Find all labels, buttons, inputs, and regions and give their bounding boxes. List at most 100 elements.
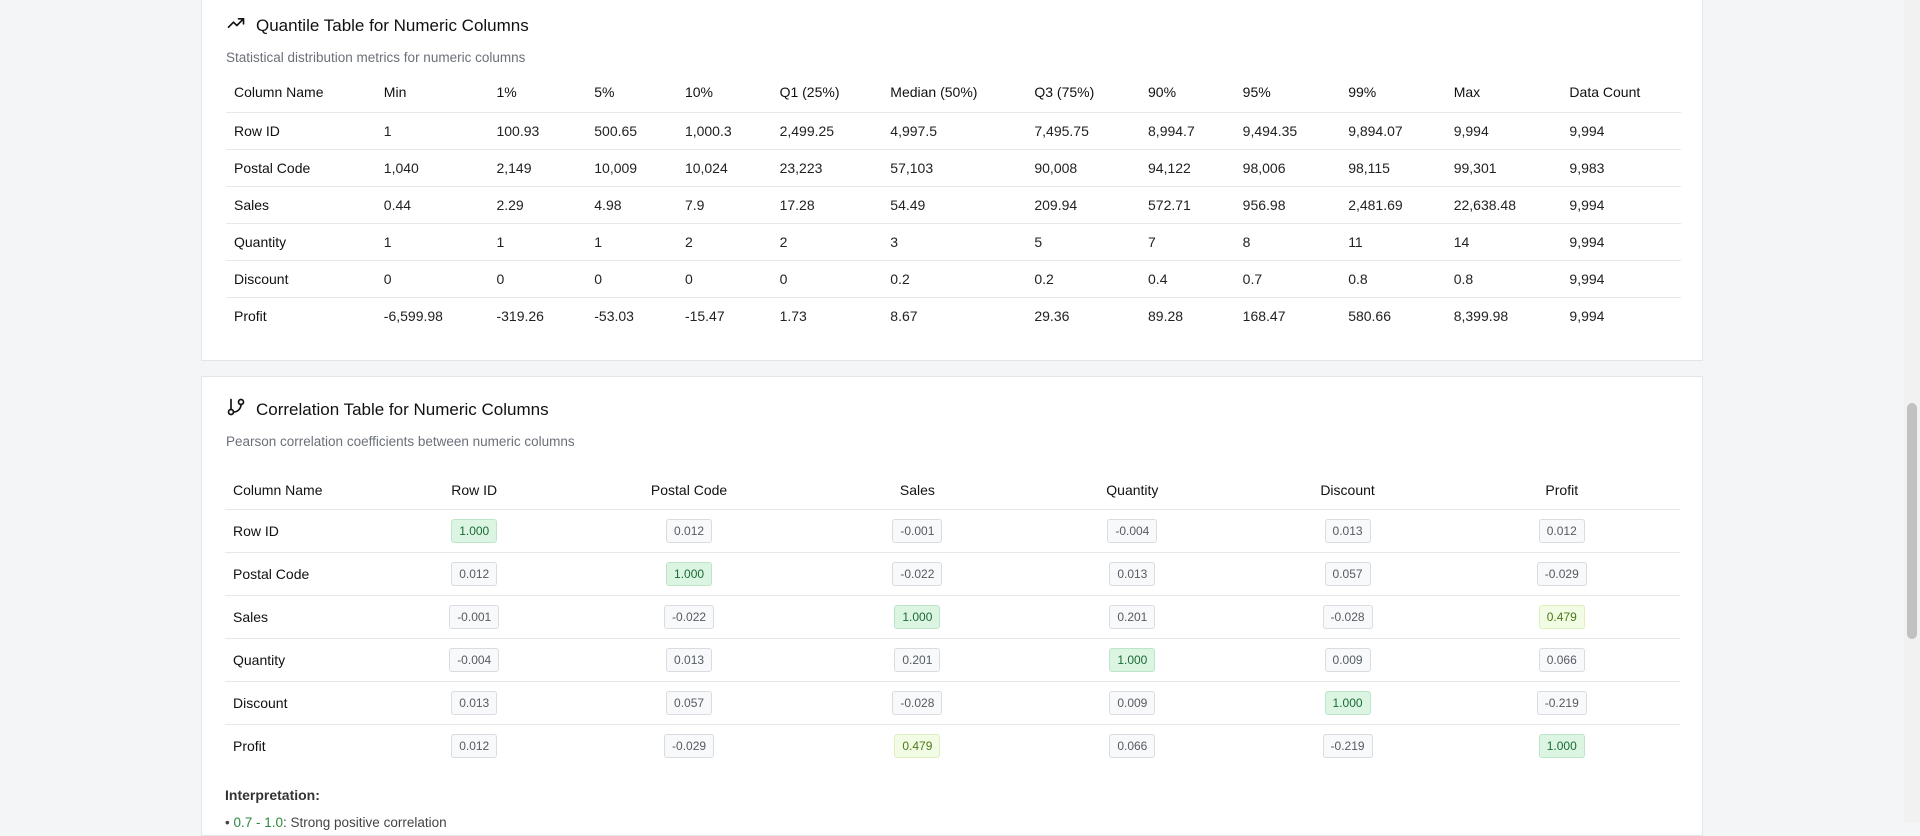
quantile-value-cell: 2,481.69 <box>1348 196 1403 213</box>
scrollbar-thumb[interactable] <box>1907 403 1917 639</box>
quantile-table: Column Name Min 1% 5% 10% Q1 (25%) Median (50%… <box>226 82 1681 334</box>
correlation-value-badge: -0.028 <box>892 690 943 715</box>
quantile-header: Median (50%) <box>890 84 978 100</box>
quantile-header: Q1 (25%) <box>779 84 840 100</box>
correlation-value-badge: 0.009 <box>1109 690 1156 715</box>
correlation-value-badge: -0.004 <box>1107 518 1158 543</box>
quantile-value-cell: 0 <box>684 270 693 287</box>
quantile-value-cell: 500.65 <box>594 122 638 139</box>
table-row: Profit 0.012 -0.029 0.479 0.066 -0.219 1.000 <box>225 724 1680 767</box>
quantile-value-cell: 100.93 <box>496 122 540 139</box>
quantile-value-cell: 8.67 <box>890 307 918 324</box>
correlation-cell: -0.219 <box>1252 724 1444 767</box>
quantile-card: Quantile Table for Numeric Columns Stati… <box>201 0 1703 361</box>
quantile-value-cell: 9,983 <box>1569 159 1605 176</box>
table-row: Profit -6,599.98 -319.26 -53.03 -15.47 1.73 8.… <box>226 297 1681 334</box>
correlation-header: Discount <box>1320 482 1375 498</box>
quantile-title: Quantile Table for Numeric Columns <box>256 15 529 35</box>
row-name-cell: Discount <box>233 694 288 711</box>
correlation-cell: -0.219 <box>1444 681 1680 724</box>
correlation-cell: 0.066 <box>1013 724 1251 767</box>
quantile-value-cell: -319.26 <box>496 307 544 324</box>
quantile-header: 1% <box>496 84 517 100</box>
correlation-cell: -0.004 <box>1013 509 1251 552</box>
quantile-value-cell: 7.9 <box>684 196 705 213</box>
row-name-cell: Discount <box>234 270 289 287</box>
correlation-header: Profit <box>1545 482 1579 498</box>
correlation-value-badge: -0.029 <box>1536 561 1587 586</box>
quantile-value-cell: 168.47 <box>1242 307 1286 324</box>
correlation-cell: -0.001 <box>392 595 557 638</box>
row-name-cell: Sales <box>233 608 269 625</box>
quantile-value-cell: 98,006 <box>1242 159 1286 176</box>
correlation-cell: 1.000 <box>392 509 557 552</box>
correlation-value-badge: 1.000 <box>451 518 498 543</box>
quantile-value-cell: 98,115 <box>1348 159 1390 176</box>
correlation-value-badge: 0.479 <box>894 733 941 758</box>
quantile-value-cell: 0 <box>496 270 505 287</box>
correlation-value-badge: 0.057 <box>666 690 713 715</box>
quantile-value-cell: 0.8 <box>1348 270 1368 287</box>
correlation-value-badge: 0.012 <box>666 518 713 543</box>
correlation-cell: 0.013 <box>1013 552 1251 595</box>
correlation-cell: 1.000 <box>1444 724 1680 767</box>
correlation-value-badge: -0.022 <box>892 561 943 586</box>
quantile-value-cell: 2.29 <box>496 196 524 213</box>
correlation-value-badge: 0.012 <box>1538 518 1585 543</box>
correlation-cell: -0.022 <box>557 595 822 638</box>
correlation-header: Sales <box>899 482 935 498</box>
correlation-cell: -0.004 <box>392 638 557 681</box>
correlation-cell: 0.013 <box>1252 509 1444 552</box>
correlation-value-badge: 0.066 <box>1538 647 1585 672</box>
correlation-value-badge: -0.219 <box>1322 733 1373 758</box>
quantile-value-cell: 54.49 <box>890 196 926 213</box>
correlation-table: Column Name Row ID Postal Code Sales Quantit… <box>225 479 1680 767</box>
quantile-value-cell: 89.28 <box>1148 307 1184 324</box>
quantile-value-cell: 9,994 <box>1569 270 1605 287</box>
quantile-value-cell: 8 <box>1242 233 1251 250</box>
page-scrollbar[interactable] <box>1904 0 1920 823</box>
table-row: Discount 0 0 0 0 0 0.2 0.2 0.4 0.7 0.8 0.8 9,994 <box>226 260 1681 297</box>
quantile-value-cell: 0.8 <box>1453 270 1474 287</box>
git-branch-icon <box>226 397 246 422</box>
correlation-value-badge: -0.028 <box>1322 604 1373 629</box>
correlation-value-badge: -0.022 <box>664 604 715 629</box>
quantile-value-cell: 0.2 <box>1034 270 1054 287</box>
correlation-value-badge: 1.000 <box>666 561 713 586</box>
row-name-cell: Quantity <box>234 233 287 250</box>
correlation-value-badge: 1.000 <box>1324 690 1371 715</box>
quantile-value-cell: 956.98 <box>1242 196 1286 213</box>
quantile-value-cell: 7,495.75 <box>1034 122 1089 139</box>
quantile-value-cell: 1,040 <box>383 159 419 176</box>
correlation-cell: -0.029 <box>1444 552 1680 595</box>
correlation-value-badge: 0.479 <box>1538 604 1585 629</box>
correlation-header: Quantity <box>1106 482 1159 498</box>
quantile-value-cell: 99,301 <box>1453 159 1497 176</box>
correlation-header: Postal Code <box>650 482 728 498</box>
quantile-value-cell: 22,638.48 <box>1453 196 1517 213</box>
quantile-value-cell: 9,494.35 <box>1242 122 1298 139</box>
quantile-header: 90% <box>1148 84 1177 100</box>
row-name-cell: Profit <box>233 737 266 754</box>
correlation-cell: -0.028 <box>1252 595 1444 638</box>
correlation-title: Correlation Table for Numeric Columns <box>256 399 549 419</box>
table-row: Sales -0.001 -0.022 1.000 0.201 -0.028 0.479 <box>225 595 1680 638</box>
quantile-value-cell: 17.28 <box>779 196 815 213</box>
quantile-value-cell: 2,149 <box>496 159 532 176</box>
correlation-cell: 0.201 <box>822 638 1014 681</box>
correlation-value-badge: 0.013 <box>1109 561 1156 586</box>
quantile-value-cell: 0 <box>779 270 788 287</box>
table-row: Row ID 1.000 0.012 -0.001 -0.004 0.013 0.012 <box>225 509 1680 552</box>
quantile-value-cell: 10,009 <box>594 159 638 176</box>
correlation-cell: -0.028 <box>822 681 1014 724</box>
correlation-value-badge: 0.012 <box>451 561 498 586</box>
correlation-value-badge: 0.066 <box>1109 733 1156 758</box>
correlation-value-badge: 0.013 <box>666 647 713 672</box>
correlation-value-badge: 0.201 <box>1109 604 1156 629</box>
quantile-value-cell: 1 <box>496 233 505 250</box>
quantile-value-cell: 0 <box>594 270 603 287</box>
quantile-header: 5% <box>594 84 615 100</box>
quantile-subtitle: Statistical distribution metrics for num… <box>226 50 526 65</box>
quantile-value-cell: 23,223 <box>779 159 823 176</box>
quantile-value-cell: 9,994 <box>1569 196 1605 213</box>
